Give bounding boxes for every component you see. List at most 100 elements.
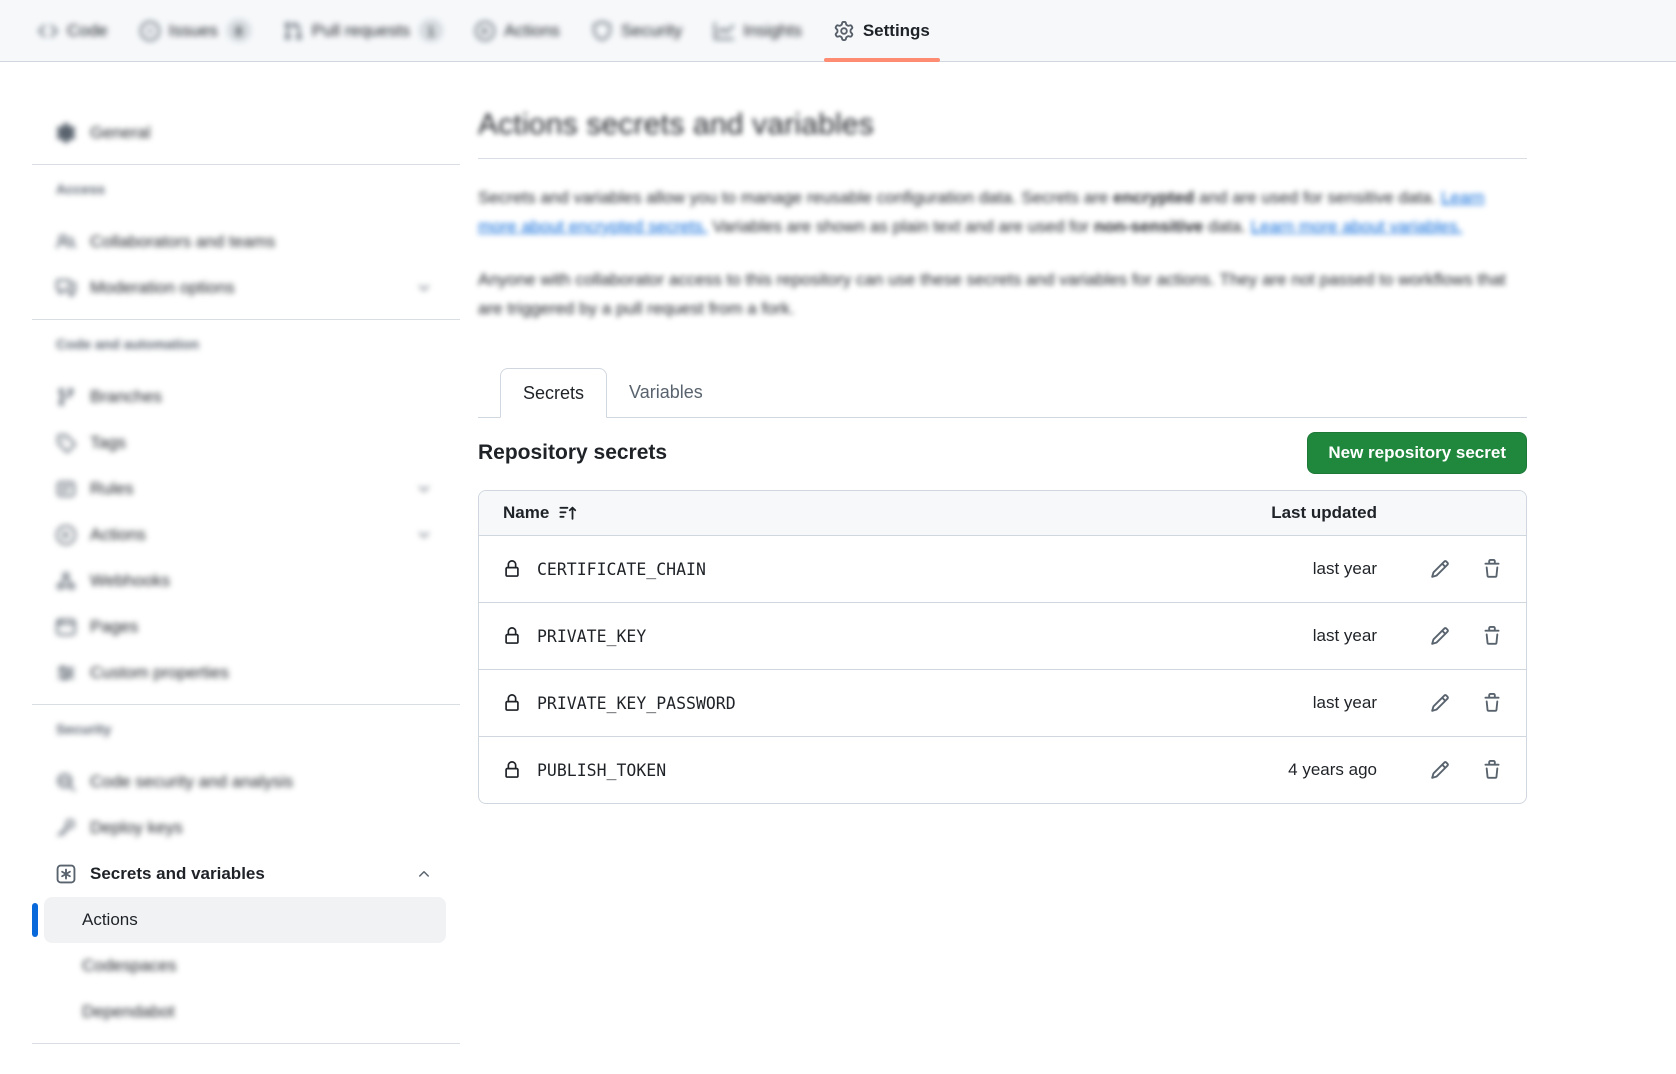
secret-name-label: PUBLISH_TOKEN	[537, 761, 666, 780]
delete-secret-button[interactable]	[1482, 760, 1502, 780]
play-icon	[56, 525, 76, 545]
edit-secret-button[interactable]	[1430, 559, 1450, 579]
nav-tab-issues[interactable]: Issues 8	[125, 0, 266, 61]
nav-tab-insights[interactable]: Insights	[699, 0, 817, 61]
sidebar-item-rules[interactable]: Rules	[44, 466, 446, 512]
nav-tab-label: Settings	[863, 21, 930, 41]
pull-requests-count-badge: 1	[419, 19, 443, 42]
nav-tab-label: Issues	[169, 21, 218, 41]
secret-name-label: CERTIFICATE_CHAIN	[537, 560, 706, 579]
secret-updated: last year	[1313, 693, 1377, 713]
nav-tab-security[interactable]: Security	[577, 0, 697, 61]
sidebar-section-title-access: Access	[56, 179, 446, 199]
sidebar-item-label: Code security and analysis	[90, 772, 293, 792]
trash-icon	[1482, 559, 1502, 579]
variables-link[interactable]: Learn more about variables.	[1251, 217, 1463, 236]
gear-icon	[834, 21, 854, 41]
sidebar-item-collaborators[interactable]: Collaborators and teams	[44, 219, 446, 265]
sidebar-subitem-label: Codespaces	[82, 956, 177, 976]
chevron-down-icon	[416, 527, 432, 543]
secret-row-actions	[1377, 559, 1502, 579]
sidebar-divider	[32, 319, 460, 320]
nav-tab-label: Security	[621, 21, 682, 41]
delete-secret-button[interactable]	[1482, 693, 1502, 713]
secret-row: CERTIFICATE_CHAIN last year	[479, 535, 1526, 602]
tag-icon	[56, 433, 76, 453]
secret-row-actions	[1377, 693, 1502, 713]
sidebar-subitem-codespaces[interactable]: Codespaces	[44, 943, 446, 989]
sidebar-item-pages[interactable]: Pages	[44, 604, 446, 650]
sidebar-item-deploy-keys[interactable]: Deploy keys	[44, 805, 446, 851]
sidebar-item-actions[interactable]: Actions	[44, 512, 446, 558]
secret-name: PRIVATE_KEY_PASSWORD	[503, 694, 1177, 713]
play-icon	[475, 21, 495, 41]
git-pull-request-icon	[283, 21, 303, 41]
delete-secret-button[interactable]	[1482, 626, 1502, 646]
secret-row: PUBLISH_TOKEN 4 years ago	[479, 736, 1526, 803]
tab-variables[interactable]: Variables	[607, 367, 725, 417]
nav-tab-actions[interactable]: Actions	[460, 0, 575, 61]
sidebar-item-general[interactable]: General	[44, 110, 446, 156]
edit-secret-button[interactable]	[1430, 626, 1450, 646]
sidebar-item-label: Moderation options	[90, 278, 235, 298]
issue-opened-icon	[140, 21, 160, 41]
sidebar-item-label: Actions	[90, 525, 146, 545]
sidebar-item-label: Secrets and variables	[90, 864, 265, 884]
sidebar-item-custom-properties[interactable]: Custom properties	[44, 650, 446, 696]
sidebar-divider	[32, 1043, 460, 1044]
intro-paragraph-1: Secrets and variables allow you to manag…	[478, 183, 1518, 241]
shield-icon	[592, 21, 612, 41]
sidebar-item-secrets-and-variables[interactable]: Secrets and variables	[44, 851, 446, 897]
edit-secret-button[interactable]	[1430, 760, 1450, 780]
lock-icon	[503, 627, 521, 645]
sidebar-item-label: Rules	[90, 479, 133, 499]
sidebar-subitem-label: Actions	[82, 910, 138, 930]
nav-tab-pull-requests[interactable]: Pull requests 1	[268, 0, 458, 61]
pencil-icon	[1430, 626, 1450, 646]
heading-divider	[478, 158, 1527, 159]
rules-icon	[56, 479, 76, 499]
nav-tab-code[interactable]: Code	[23, 0, 123, 61]
gear-icon	[56, 123, 76, 143]
nav-tab-label: Pull requests	[312, 21, 410, 41]
sidebar-item-label: Webhooks	[90, 571, 170, 591]
secret-name-label: PRIVATE_KEY	[537, 627, 646, 646]
chevron-down-icon	[416, 280, 432, 296]
lock-icon	[503, 761, 521, 779]
key-icon	[56, 818, 76, 838]
nav-tab-settings[interactable]: Settings	[819, 0, 945, 61]
people-icon	[56, 232, 76, 252]
secret-updated: last year	[1313, 626, 1377, 646]
column-header-name[interactable]: Name	[503, 503, 1177, 523]
column-header-label: Name	[503, 503, 549, 523]
secrets-variables-tabs: Secrets Variables	[478, 367, 1527, 418]
chevron-up-icon	[416, 866, 432, 882]
page-title: Actions secrets and variables	[478, 108, 1527, 142]
secret-name: CERTIFICATE_CHAIN	[503, 560, 1177, 579]
code-icon	[38, 21, 58, 41]
new-repository-secret-button[interactable]: New repository secret	[1307, 432, 1527, 474]
sidebar-subitem-actions[interactable]: Actions	[44, 897, 446, 943]
sidebar-item-tags[interactable]: Tags	[44, 420, 446, 466]
repo-tab-nav: Code Issues 8 Pull requests 1 Actions Se…	[0, 0, 1676, 62]
sidebar-item-label: Tags	[90, 433, 126, 453]
tab-secrets[interactable]: Secrets	[500, 368, 607, 418]
secret-name: PUBLISH_TOKEN	[503, 761, 1177, 780]
intro-text: Secrets and variables allow you to manag…	[478, 183, 1527, 323]
sidebar-item-label: Collaborators and teams	[90, 232, 275, 252]
nav-tab-label: Insights	[743, 21, 802, 41]
secret-row-actions	[1377, 626, 1502, 646]
edit-secret-button[interactable]	[1430, 693, 1450, 713]
sidebar-item-label: Custom properties	[90, 663, 229, 683]
sidebar-item-code-security[interactable]: Code security and analysis	[44, 759, 446, 805]
sidebar-item-webhooks[interactable]: Webhooks	[44, 558, 446, 604]
delete-secret-button[interactable]	[1482, 559, 1502, 579]
sidebar-item-moderation-options[interactable]: Moderation options	[44, 265, 446, 311]
active-indicator-bar	[32, 903, 38, 937]
sidebar-section-title-code-and-automation: Code and automation	[56, 334, 446, 354]
pencil-icon	[1430, 693, 1450, 713]
sidebar-item-branches[interactable]: Branches	[44, 374, 446, 420]
nav-tab-label: Code	[67, 21, 108, 41]
sidebar-subitem-dependabot[interactable]: Dependabot	[44, 989, 446, 1035]
codescan-icon	[56, 772, 76, 792]
